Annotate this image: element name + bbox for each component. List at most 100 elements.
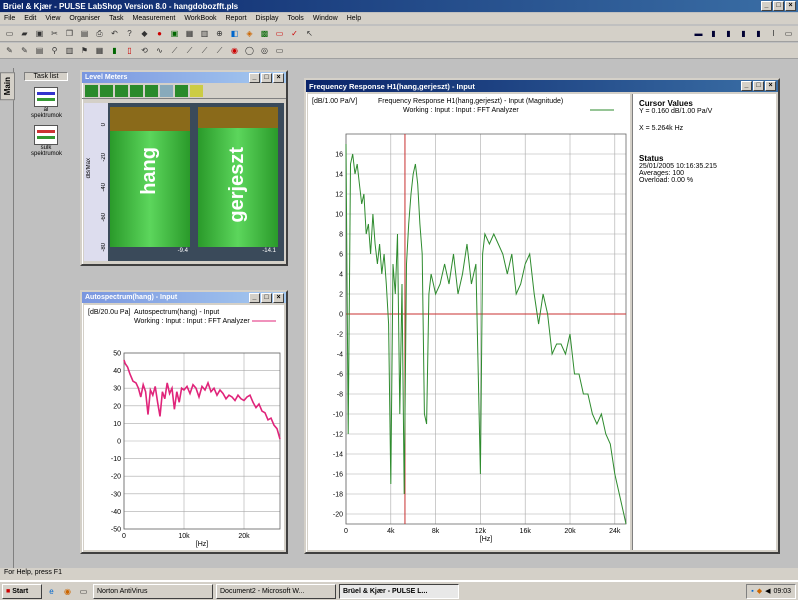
close-button[interactable]: × [765, 81, 776, 91]
taskbar-button[interactable]: Document2 - Microsoft W... [216, 583, 336, 599]
maximize-button[interactable]: □ [261, 293, 272, 303]
circle-icon[interactable]: ◯ [243, 45, 256, 57]
copy-icon[interactable]: ❐ [63, 28, 76, 40]
series-line [123, 359, 281, 440]
y-tick-label: 40 [113, 368, 121, 375]
layout-icon[interactable]: ▮ [752, 28, 765, 40]
record-icon[interactable]: ● [153, 28, 166, 40]
tray-network-icon[interactable]: ▪ [751, 588, 753, 595]
start-button[interactable]: ■ Start [2, 583, 42, 599]
maximize-button[interactable]: □ [261, 73, 272, 83]
meter-b-icon[interactable] [100, 84, 113, 97]
curve-icon[interactable]: ∿ [153, 45, 166, 57]
quick-launch-desktop-icon[interactable]: ▭ [77, 585, 90, 597]
task-icon [34, 125, 58, 145]
meter-f-icon[interactable] [160, 84, 173, 97]
meter-g-icon[interactable] [175, 84, 188, 97]
meter-c-icon[interactable] [115, 84, 128, 97]
cut-icon[interactable]: ✂ [48, 28, 61, 40]
help-icon[interactable]: ? [123, 28, 136, 40]
taskbar-button[interactable]: Brüel & Kjær - PULSE L... [339, 583, 459, 599]
save-icon[interactable]: ▣ [33, 28, 46, 40]
filter-icon[interactable]: ⚲ [48, 45, 61, 57]
export-icon[interactable]: ◧ [228, 28, 241, 40]
chart-icon[interactable]: ▤ [33, 45, 46, 57]
cursor-text-icon[interactable]: I [767, 28, 780, 40]
taskbar-button[interactable]: Norton AntiVirus [93, 583, 213, 599]
frame-icon[interactable]: ▭ [782, 28, 795, 40]
quick-launch-ie-icon[interactable]: e [45, 585, 58, 597]
task-list-item[interactable]: ál spektrumok [31, 87, 62, 119]
side-tab-main[interactable]: Main [0, 72, 15, 101]
zoom-icon[interactable]: ⊕ [213, 28, 226, 40]
menu-view[interactable]: View [45, 15, 60, 22]
menu-workbook[interactable]: WorkBook [184, 15, 216, 22]
frequency-response-plot-area: [dB/1.00 Pa/V] Frequency Response H1(hang… [308, 94, 630, 550]
meter-e-icon[interactable] [145, 84, 158, 97]
print-icon[interactable]: ⎙ [93, 28, 106, 40]
page-icon[interactable]: ▯ [123, 45, 136, 57]
check-icon[interactable]: ✓ [288, 28, 301, 40]
meter-d-icon[interactable] [130, 84, 143, 97]
minimize-button[interactable]: _ [249, 293, 260, 303]
start-icon[interactable]: ◉ [228, 45, 241, 57]
menu-measurement[interactable]: Measurement [133, 15, 176, 22]
slope-icon[interactable]: ⟋ [168, 45, 181, 57]
palette-icon[interactable]: ◈ [243, 28, 256, 40]
new-file-icon[interactable]: ▭ [3, 28, 16, 40]
tile-horizontal-icon[interactable]: ▬ [692, 28, 705, 40]
paste-icon[interactable]: ▤ [78, 28, 91, 40]
tray-volume-icon[interactable]: ◀ [765, 587, 770, 595]
tile-vertical-icon[interactable]: ▮ [707, 28, 720, 40]
cascade-icon[interactable]: ▮ [722, 28, 735, 40]
bars-icon[interactable]: ▮ [108, 45, 121, 57]
flag-icon[interactable]: ⚑ [78, 45, 91, 57]
line-icon[interactable]: ⟋ [183, 45, 196, 57]
undo-icon[interactable]: ↶ [108, 28, 121, 40]
meter-a-icon[interactable] [85, 84, 98, 97]
tray-antivirus-icon[interactable]: ◆ [757, 587, 762, 595]
grid-icon[interactable]: ▥ [198, 28, 211, 40]
target-icon[interactable]: ◎ [258, 45, 271, 57]
task-list-item[interactable]: sulk spektrumok [31, 125, 62, 157]
menu-edit[interactable]: Edit [24, 15, 36, 22]
reset-icon[interactable]: ⟲ [138, 45, 151, 57]
arrange-icon[interactable]: ▮ [737, 28, 750, 40]
chart-y-unit: [dB/20.0u Pa] [88, 309, 130, 316]
frequency-response-chart[interactable]: [dB/1.00 Pa/V] Frequency Response H1(hang… [308, 94, 630, 550]
menu-file[interactable]: File [4, 15, 15, 22]
menu-tools[interactable]: Tools [287, 15, 303, 22]
pointer-icon[interactable]: ↖ [303, 28, 316, 40]
open-folder-icon[interactable]: ▰ [18, 28, 31, 40]
display-icon[interactable]: ▦ [183, 28, 196, 40]
save-data-icon[interactable]: ▣ [168, 28, 181, 40]
stats-icon[interactable]: ▦ [93, 45, 106, 57]
meter-h-icon[interactable] [190, 84, 203, 97]
plot-icon[interactable]: ▥ [63, 45, 76, 57]
menu-organiser[interactable]: Organiser [69, 15, 100, 22]
ruler-icon[interactable]: ⟋ [213, 45, 226, 57]
maximize-button[interactable]: □ [773, 1, 784, 11]
menu-task[interactable]: Task [109, 15, 123, 22]
minimize-button[interactable]: _ [761, 1, 772, 11]
maximize-button[interactable]: □ [753, 81, 764, 91]
close-button[interactable]: × [785, 1, 796, 11]
menu-display[interactable]: Display [256, 15, 279, 22]
marker-icon[interactable]: ✎ [18, 45, 31, 57]
close-button[interactable]: × [273, 73, 284, 83]
quick-launch-outlook-icon[interactable]: ◉ [61, 585, 74, 597]
menu-help[interactable]: Help [347, 15, 361, 22]
pen-icon[interactable]: ✎ [3, 45, 16, 57]
window-small-icon[interactable]: ▭ [273, 45, 286, 57]
tray-clock[interactable]: 09:03 [773, 588, 791, 595]
tool-a-icon[interactable]: ◆ [138, 28, 151, 40]
close-button[interactable]: × [273, 293, 284, 303]
excel-icon[interactable]: ▩ [258, 28, 271, 40]
menu-window[interactable]: Window [313, 15, 338, 22]
measure-icon[interactable]: ⟋ [198, 45, 211, 57]
minimize-button[interactable]: _ [249, 73, 260, 83]
menu-report[interactable]: Report [226, 15, 247, 22]
autospectrum-chart[interactable]: [dB/20.0u Pa] Autospectrum(hang) - Input W… [84, 305, 284, 550]
minimize-button[interactable]: _ [741, 81, 752, 91]
window-icon[interactable]: ▭ [273, 28, 286, 40]
